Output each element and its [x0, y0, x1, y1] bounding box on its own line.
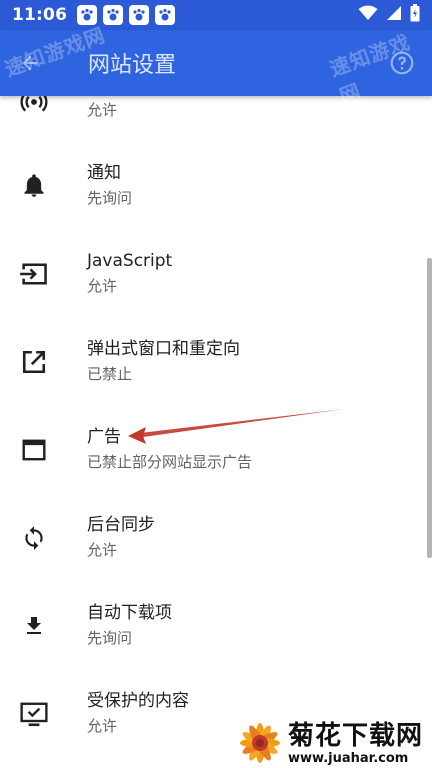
settings-item-subtitle: 已禁止部分网站显示广告 — [87, 453, 253, 471]
settings-item-texts: 自动下载项 先询问 — [87, 602, 172, 649]
settings-item-notifications[interactable]: 通知 先询问 — [0, 148, 432, 236]
site-logo: 菊花下载网 www.juahar.com — [236, 718, 432, 768]
status-bar: 11:06 — [0, 0, 432, 30]
protected-content-icon — [18, 698, 50, 730]
wifi-icon — [358, 5, 378, 25]
settings-item-javascript[interactable]: JavaScript 允许 — [0, 236, 432, 324]
settings-item-title: 受保护的内容 — [87, 691, 189, 711]
settings-item-title: 广告 — [87, 427, 121, 447]
settings-item-title: 自动下载项 — [87, 603, 172, 623]
paw-notification-icon — [155, 5, 176, 25]
settings-item-title: 后台同步 — [87, 515, 155, 535]
settings-item-popups[interactable]: 弹出式窗口和重定向 已禁止 — [0, 324, 432, 412]
status-time: 11:06 — [12, 5, 68, 25]
settings-item-subtitle: 允许 — [87, 101, 118, 119]
settings-item-texts: JavaScript 允许 — [87, 250, 172, 297]
settings-item-ads[interactable]: 广告 已禁止部分网站显示广告 — [0, 412, 432, 500]
settings-item-subtitle: 允许 — [87, 717, 118, 735]
popup-external-icon — [18, 346, 50, 378]
settings-item-texts: 后台同步 允许 — [87, 514, 155, 561]
settings-item-title: JavaScript — [87, 251, 173, 271]
settings-item-texts: 通知 先询问 — [87, 162, 132, 209]
logo-name: 菊花下载网 — [288, 720, 424, 751]
javascript-icon — [18, 258, 50, 290]
settings-item-subtitle: 允许 — [87, 541, 118, 559]
screen: 11:06 网站设置 速知游戏网 速知游戏网 允许 通知 先询问 JavaScr… — [0, 0, 432, 768]
settings-item-title: 通知 — [87, 163, 121, 183]
site-settings-list: 允许 通知 先询问 JavaScript 允许 弹出式窗口和重定向 已禁止 广告… — [0, 92, 432, 764]
sync-icon — [18, 522, 50, 554]
paw-notification-icon — [129, 5, 150, 25]
signal-icon — [386, 5, 402, 25]
settings-item-texts: 受保护的内容 允许 — [87, 690, 189, 737]
settings-item-auto-downloads[interactable]: 自动下载项 先询问 — [0, 588, 432, 676]
settings-item-texts: 弹出式窗口和重定向 已禁止 — [87, 338, 240, 385]
settings-item-subtitle: 已禁止 — [87, 365, 133, 383]
settings-item-subtitle: 允许 — [87, 277, 118, 295]
paw-notification-icon — [103, 5, 124, 25]
logo-texts: 菊花下载网 www.juahar.com — [288, 721, 423, 766]
settings-item-background-sync[interactable]: 后台同步 允许 — [0, 500, 432, 588]
settings-item-title: 弹出式窗口和重定向 — [87, 339, 240, 359]
settings-item-sensors[interactable]: 允许 — [0, 92, 432, 148]
settings-item-subtitle: 先询问 — [87, 629, 133, 647]
ads-window-icon — [18, 434, 50, 466]
logo-url: www.juahar.com — [288, 750, 409, 766]
bell-icon — [18, 170, 50, 202]
settings-item-texts: 广告 已禁止部分网站显示广告 — [87, 426, 252, 473]
settings-item-texts: 允许 — [87, 99, 117, 121]
scrollbar-thumb[interactable] — [427, 258, 432, 558]
flower-logo-icon — [240, 723, 280, 763]
settings-item-subtitle: 先询问 — [87, 189, 133, 207]
page-title: 网站设置 — [88, 53, 177, 78]
download-icon — [18, 610, 50, 642]
